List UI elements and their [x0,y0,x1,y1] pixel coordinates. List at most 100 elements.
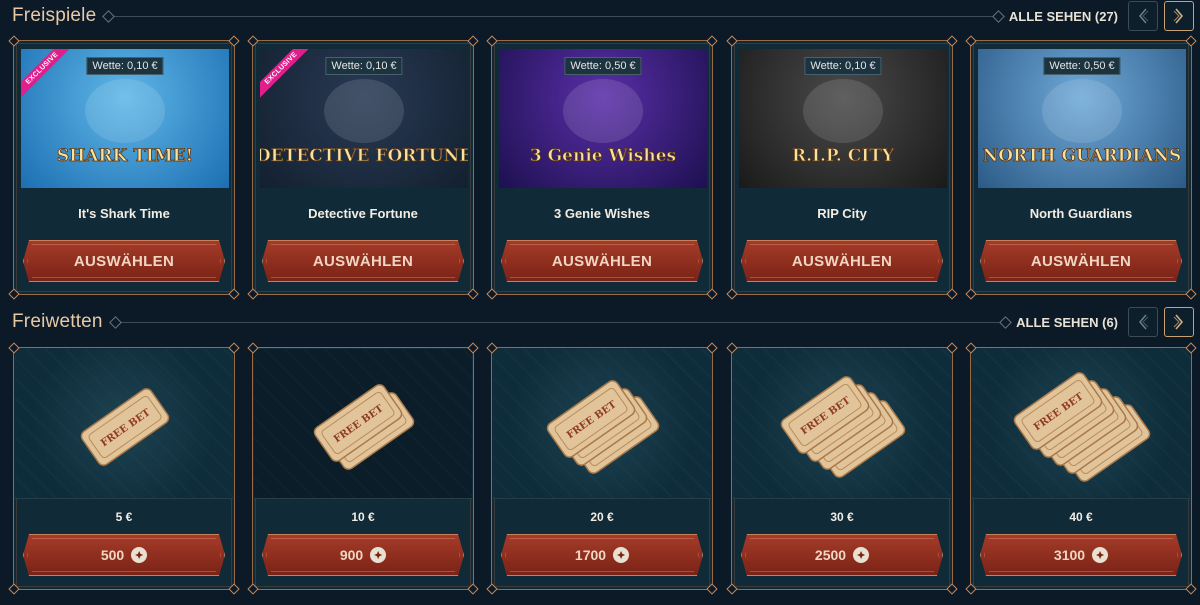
game-logo-text: NORTH GUARDIANS [983,146,1182,166]
card-corner-ornament [965,35,977,47]
game-logo-text: 3 Genie Wishes [530,146,676,166]
game-name: Detective Fortune [308,206,418,221]
freebet-amount: 40 € [1069,510,1093,524]
ticket-stack-icon: FREE BET [313,384,415,470]
coin-icon [370,547,386,563]
freebet-card[interactable]: FREE BET 40 € 3100 [965,342,1197,595]
ticket-shape: FREE BET [80,388,170,466]
wager-badge: Wette: 0,10 € [804,57,882,75]
buy-freebet-button[interactable]: 2500 [741,534,943,576]
freebet-card[interactable]: FREE BET 20 € 1700 [486,342,718,595]
freebet-amount: 30 € [830,510,854,524]
game-card[interactable]: DETECTIVE FORTUNE EXCLUSIVE Wette: 0,10 € D… [247,35,479,300]
card-corner-ornament [486,583,498,595]
game-card[interactable]: SHARK TIME! EXCLUSIVE Wette: 0,10 € It's Sh… [8,35,240,300]
freebet-artwork: FREE BET [15,349,233,499]
game-character-shape [324,79,404,143]
card-corner-ornament [228,35,240,47]
freespins-next-button[interactable] [1164,1,1194,31]
card-corner-ornament [1185,35,1197,47]
game-thumbnail[interactable]: R.I.P. CITY Wette: 0,10 € [739,49,947,188]
select-game-button[interactable]: AUSWÄHLEN [262,240,464,282]
freebet-amount: 10 € [351,510,375,524]
card-corner-ornament [8,583,20,595]
card-corner-ornament [486,288,498,300]
coin-icon [853,547,869,563]
card-corner-ornament [706,35,718,47]
card-corner-ornament [486,35,498,47]
freebets-next-button[interactable] [1164,307,1194,337]
chevron-right-icon [1173,314,1183,330]
game-card[interactable]: R.I.P. CITY Wette: 0,10 € RIP City AUSWÄHLE… [726,35,958,300]
game-thumbnail[interactable]: 3 Genie Wishes Wette: 0,50 € [499,49,707,188]
game-thumbnail[interactable]: NORTH GUARDIANS Wette: 0,50 € [978,49,1186,188]
card-corner-ornament [726,35,738,47]
coin-icon [613,547,629,563]
game-card[interactable]: 3 Genie Wishes Wette: 0,50 €3 Genie Wishe… [486,35,718,300]
freebets-prev-button[interactable] [1128,307,1158,337]
select-game-button[interactable]: AUSWÄHLEN [741,240,943,282]
wager-badge: Wette: 0,50 € [1043,57,1121,75]
card-corner-ornament [946,583,958,595]
card-corner-ornament [1185,288,1197,300]
header-divider [114,321,1007,323]
coin-icon [131,547,147,563]
card-corner-ornament [467,583,479,595]
select-game-button[interactable]: AUSWÄHLEN [980,240,1182,282]
card-corner-ornament [946,288,958,300]
card-corner-ornament [706,583,718,595]
freebet-price: 2500 [814,547,847,563]
card-corner-ornament [467,288,479,300]
select-game-button[interactable]: AUSWÄHLEN [501,240,703,282]
game-character-shape [1042,79,1122,143]
freebet-price: 900 [339,547,364,563]
chevron-left-icon [1139,8,1149,24]
see-all-freebets-link[interactable]: ALLE SEHEN (6) [1016,315,1118,330]
freebet-price: 3100 [1053,547,1086,563]
freebet-price: 500 [100,547,125,563]
ticket-stack-icon: FREE BET [80,388,170,466]
card-corner-ornament [726,288,738,300]
card-corner-ornament [1185,583,1197,595]
see-all-freespins-link[interactable]: ALLE SEHEN (27) [1009,9,1118,24]
game-card[interactable]: NORTH GUARDIANS Wette: 0,50 € North Guardi… [965,35,1197,300]
freebet-card[interactable]: FREE BET 10 € 900 [247,342,479,595]
card-corner-ornament [8,35,20,47]
freebet-card[interactable]: FREE BET 5 € 500 [8,342,240,595]
select-game-button[interactable]: AUSWÄHLEN [23,240,225,282]
game-name: RIP City [817,206,867,221]
card-corner-ornament [228,288,240,300]
freebet-card[interactable]: FREE BET 30 € 2500 [726,342,958,595]
freespins-header: Freispiele ALLE SEHEN (27) [12,0,1200,32]
freespins-prev-button[interactable] [1128,1,1158,31]
wager-badge: Wette: 0,10 € [325,57,403,75]
wager-badge: Wette: 0,50 € [564,57,642,75]
header-divider [108,15,999,17]
game-name: North Guardians [1029,206,1133,221]
game-thumbnail[interactable]: DETECTIVE FORTUNE EXCLUSIVE Wette: 0,10 € [260,49,468,188]
card-corner-ornament [706,288,718,300]
ticket-stack-icon: FREE BET [780,376,906,478]
wager-badge: Wette: 0,10 € [86,57,164,75]
game-logo-text: DETECTIVE FORTUNE [260,146,468,166]
card-corner-ornament [965,583,977,595]
card-corner-ornament [946,35,958,47]
freebets-header: Freiwetten ALLE SEHEN (6) [12,306,1200,338]
buy-freebet-button[interactable]: 900 [262,534,464,576]
buy-freebet-button[interactable]: 500 [23,534,225,576]
freebet-artwork: FREE BET [493,349,711,499]
game-character-shape [803,79,883,143]
game-logo-text: SHARK TIME! [57,146,193,166]
section-title-freebets: Freiwetten [12,311,103,332]
card-corner-ornament [247,35,259,47]
ticket-stack-icon: FREE BET [546,380,660,474]
game-character-shape [85,79,165,143]
game-character-shape [563,79,643,143]
buy-freebet-button[interactable]: 1700 [501,534,703,576]
freebet-price: 1700 [574,547,607,563]
card-corner-ornament [8,288,20,300]
buy-freebet-button[interactable]: 3100 [980,534,1182,576]
chevron-left-icon [1139,314,1149,330]
game-thumbnail[interactable]: SHARK TIME! EXCLUSIVE Wette: 0,10 € [21,49,229,188]
section-title-freespins: Freispiele [12,5,97,26]
